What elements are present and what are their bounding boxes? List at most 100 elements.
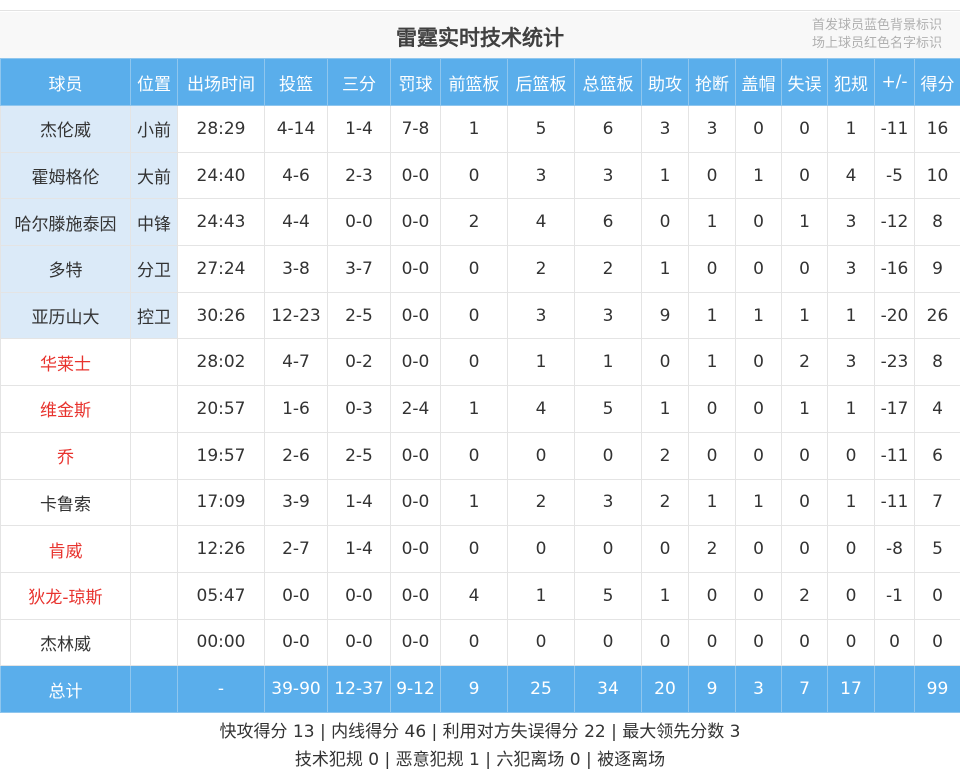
player-name[interactable]: 哈尔滕施泰因	[0, 198, 131, 247]
cell-free-throws: 2-4	[390, 385, 441, 433]
cell-field-goals: 0-0	[264, 571, 328, 620]
player-name[interactable]: 狄龙-琼斯	[0, 571, 131, 620]
cell-plus-minus: -11	[874, 478, 915, 527]
cell-position	[130, 618, 178, 667]
cell-blocks: 0	[735, 338, 782, 387]
cell-offensive-rebounds: 1	[440, 478, 508, 527]
cell-fouls: 4	[827, 151, 875, 200]
cell-assists: 2	[641, 431, 689, 480]
cell-field-goals: 3-9	[264, 478, 328, 527]
cell-three-pointers: 2-5	[327, 291, 391, 340]
total-minutes: -	[177, 665, 265, 714]
cell-blocks: 1	[735, 291, 782, 340]
cell-blocks: 1	[735, 151, 782, 200]
cell-steals: 0	[688, 618, 736, 667]
cell-assists: 0	[641, 618, 689, 667]
cell-plus-minus: -16	[874, 245, 915, 293]
total-steals: 9	[688, 665, 736, 714]
cell-assists: 0	[641, 338, 689, 387]
cell-free-throws: 0-0	[390, 571, 441, 620]
cell-field-goals: 4-6	[264, 151, 328, 200]
cell-field-goals: 2-6	[264, 431, 328, 480]
total-free-throws: 9-12	[390, 665, 441, 714]
cell-blocks: 0	[735, 385, 782, 433]
cell-plus-minus: 0	[874, 618, 915, 667]
cell-plus-minus: -17	[874, 385, 915, 433]
cell-steals: 0	[688, 571, 736, 620]
totals-row: 总计 -39-90 12-37 9-12 9 25 34 20 9 3 7 17 99	[0, 665, 960, 714]
player-name[interactable]: 杰伦威	[0, 105, 131, 153]
cell-position: 控卫	[130, 291, 178, 340]
cell-blocks: 0	[735, 618, 782, 667]
table-row: 乔 19:57 2-6 2-5 0-0 0 0 0 2 0 0 0 0 -11 6	[0, 431, 960, 480]
cell-assists: 0	[641, 525, 689, 573]
cell-points: 0	[914, 571, 960, 620]
cell-fouls: 3	[827, 198, 875, 247]
player-name[interactable]: 亚历山大	[0, 291, 131, 340]
cell-turnovers: 2	[781, 338, 828, 387]
player-name[interactable]: 乔	[0, 431, 131, 480]
cell-offensive-rebounds: 0	[440, 431, 508, 480]
cell-turnovers: 0	[781, 151, 828, 200]
cell-offensive-rebounds: 0	[440, 525, 508, 573]
table-row: 多特 分卫 27:24 3-8 3-7 0-0 0 2 2 1 0 0 0 3 -16 9	[0, 245, 960, 293]
cell-plus-minus: -1	[874, 571, 915, 620]
summary-line-1: 快攻得分 13 | 内线得分 46 | 利用对方失误得分 22 | 最大领先分数…	[219, 722, 741, 742]
cell-minutes: 20:57	[177, 385, 265, 433]
table-header-row: 球员 位置 出场时间 投篮 三分 罚球 前篮板 后篮板 总篮板 助攻 抢断 盖帽 失误 犯规 +/- 得分	[0, 58, 960, 106]
column-header-points: 得分	[914, 58, 960, 106]
column-header-plus-minus: +/-	[874, 58, 915, 106]
cell-fouls: 0	[827, 525, 875, 573]
cell-turnovers: 1	[781, 198, 828, 247]
cell-minutes: 27:24	[177, 245, 265, 293]
cell-points: 0	[914, 618, 960, 667]
cell-field-goals: 2-7	[264, 525, 328, 573]
cell-defensive-rebounds: 4	[507, 385, 575, 433]
column-header-three-pointers: 三分	[327, 58, 391, 106]
cell-total-rebounds: 0	[574, 431, 642, 480]
cell-blocks: 0	[735, 198, 782, 247]
player-name[interactable]: 维金斯	[0, 385, 131, 433]
cell-position	[130, 478, 178, 527]
player-name[interactable]: 卡鲁索	[0, 478, 131, 527]
table-row: 肯威 12:26 2-7 1-4 0-0 0 0 0 0 2 0 0 0 -8 5	[0, 525, 960, 573]
cell-total-rebounds: 5	[574, 385, 642, 433]
player-name[interactable]: 杰林威	[0, 618, 131, 667]
cell-assists: 9	[641, 291, 689, 340]
cell-defensive-rebounds: 1	[507, 338, 575, 387]
cell-points: 9	[914, 245, 960, 293]
player-name[interactable]: 肯威	[0, 525, 131, 573]
cell-position: 中锋	[130, 198, 178, 247]
cell-three-pointers: 1-4	[327, 525, 391, 573]
cell-fouls: 1	[827, 385, 875, 433]
cell-field-goals: 0-0	[264, 618, 328, 667]
cell-field-goals: 4-14	[264, 105, 328, 153]
column-header-total-rebounds: 总篮板	[574, 58, 642, 106]
cell-position	[130, 338, 178, 387]
cell-three-pointers: 0-0	[327, 198, 391, 247]
cell-total-rebounds: 3	[574, 291, 642, 340]
cell-blocks: 0	[735, 525, 782, 573]
column-header-minutes: 出场时间	[177, 58, 265, 106]
cell-minutes: 24:40	[177, 151, 265, 200]
cell-steals: 0	[688, 431, 736, 480]
cell-plus-minus: -5	[874, 151, 915, 200]
cell-steals: 0	[688, 385, 736, 433]
cell-fouls: 0	[827, 571, 875, 620]
total-three-pointers: 12-37	[327, 665, 391, 714]
cell-points: 10	[914, 151, 960, 200]
column-header-turnovers: 失误	[781, 58, 828, 106]
column-header-free-throws: 罚球	[390, 58, 441, 106]
stats-table: 球员 位置 出场时间 投篮 三分 罚球 前篮板 后篮板 总篮板 助攻 抢断 盖帽 失误 犯规 +/- 得分 杰…	[0, 58, 960, 714]
cell-offensive-rebounds: 0	[440, 338, 508, 387]
player-name[interactable]: 华莱士	[0, 338, 131, 387]
cell-three-pointers: 3-7	[327, 245, 391, 293]
cell-minutes: 00:00	[177, 618, 265, 667]
column-header-fouls: 犯规	[827, 58, 875, 106]
cell-steals: 3	[688, 105, 736, 153]
cell-plus-minus: -12	[874, 198, 915, 247]
player-name[interactable]: 多特	[0, 245, 131, 293]
player-name[interactable]: 霍姆格伦	[0, 151, 131, 200]
cell-defensive-rebounds: 2	[507, 478, 575, 527]
top-divider	[0, 0, 960, 11]
